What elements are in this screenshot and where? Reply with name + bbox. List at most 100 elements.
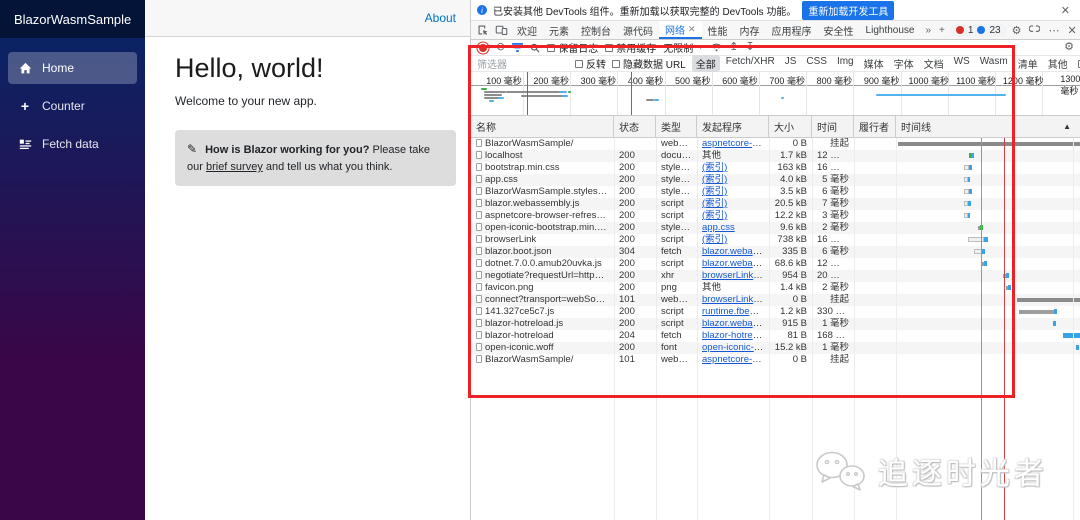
tab-内存[interactable]: 内存 [734, 21, 766, 39]
clear-icon[interactable]: ⊘ [496, 42, 505, 53]
column-header-3[interactable]: 类型 [656, 116, 697, 137]
filter-chip-CSS[interactable]: CSS [802, 55, 831, 72]
record-icon[interactable] [479, 44, 487, 52]
initiator-link[interactable]: (索引) [702, 210, 727, 221]
sidebar-item-fetch-data[interactable]: Fetch data [8, 128, 137, 160]
search-icon[interactable] [530, 43, 540, 53]
filter-chip-字体[interactable]: 字体 [890, 55, 918, 72]
app-brand[interactable]: BlazorWasmSample [0, 0, 145, 38]
tab-性能[interactable]: 性能 [702, 21, 734, 39]
invert-checkbox[interactable]: 反转 [575, 56, 606, 71]
initiator-link[interactable]: blazor-hotreload.js:11 [702, 330, 769, 341]
table-row[interactable]: browserLink200script(索引)738 kB16 毫秒 [471, 234, 1080, 246]
filter-chip-Fetch/XHR[interactable]: Fetch/XHR [722, 55, 779, 72]
table-row[interactable]: blazor.webassembly.js200script(索引)20.5 k… [471, 198, 1080, 210]
tab-网络[interactable]: 网络✕ [659, 21, 702, 39]
table-row[interactable]: aspnetcore-browser-refresh.js200script(索… [471, 210, 1080, 222]
tab-元素[interactable]: 元素 [543, 21, 575, 39]
tab-源代码[interactable]: 源代码 [617, 21, 659, 39]
survey-link[interactable]: brief survey [206, 161, 263, 173]
network-overview-strip[interactable]: 100 毫秒200 毫秒300 毫秒400 毫秒500 毫秒600 毫秒700 … [471, 72, 1080, 116]
column-header-5[interactable]: 大小 [769, 116, 812, 137]
table-row[interactable]: app.css200stylesheet(索引)4.0 kB5 毫秒 [471, 174, 1080, 186]
tab-Lighthouse[interactable]: Lighthouse [860, 21, 921, 39]
table-row[interactable]: BlazorWasmSample.styles.css200stylesheet… [471, 186, 1080, 198]
initiator-link[interactable]: runtime.fbeeaff4.js:1 [702, 306, 769, 317]
tab-控制台[interactable]: 控制台 [575, 21, 617, 39]
table-row[interactable]: connect?transport=webSockets&connectionT… [471, 294, 1080, 306]
table-row[interactable]: favicon.png200png其他1.4 kB2 毫秒 [471, 282, 1080, 294]
devtools-close-icon[interactable]: ✕ [1064, 24, 1079, 37]
table-row[interactable]: open-iconic-bootstrap.min.css200styleshe… [471, 222, 1080, 234]
notification-close-icon[interactable]: ✕ [1057, 4, 1074, 17]
filter-icon[interactable] [512, 43, 523, 52]
settings-gear-icon[interactable]: ⚙ [1009, 24, 1025, 37]
initiator-link[interactable]: (索引) [702, 186, 727, 197]
inspect-icon[interactable] [475, 23, 491, 38]
network-conditions-icon[interactable] [711, 43, 722, 52]
tab-应用程序[interactable]: 应用程序 [766, 21, 818, 39]
initiator-link[interactable]: (索引) [702, 162, 727, 173]
column-header-1[interactable]: 名称 [471, 116, 614, 137]
request-size-cell: 68.6 kB [769, 258, 812, 270]
initiator-link[interactable]: blazor.webassembly.js:1 [702, 318, 769, 329]
initiator-link[interactable]: aspnetcore-browser-re… [702, 138, 769, 149]
initiator-link[interactable]: (索引) [702, 198, 727, 209]
filter-chip-文档[interactable]: 文档 [920, 55, 948, 72]
table-row[interactable]: bootstrap.min.css200stylesheet(索引)163 kB… [471, 162, 1080, 174]
initiator-link[interactable]: blazor.webassembly.js:1 [702, 246, 769, 257]
filter-chip-Img[interactable]: Img [833, 55, 858, 72]
tab-欢迎[interactable]: 欢迎 [511, 21, 543, 39]
table-row[interactable]: 141.327ce5c7.js200scriptruntime.fbeeaff4… [471, 306, 1080, 318]
filter-chip-全部[interactable]: 全部 [692, 55, 720, 72]
initiator-link[interactable]: browserLink:47 [702, 294, 766, 305]
table-row[interactable]: open-iconic.woff200fontopen-iconic-boots… [471, 342, 1080, 354]
reload-devtools-button[interactable]: 重新加载开发工具 [802, 1, 894, 20]
column-header-6[interactable]: 时间 [812, 116, 854, 137]
tab-安全性[interactable]: 安全性 [818, 21, 860, 39]
preserve-log-checkbox[interactable]: 保留日志 [547, 40, 598, 55]
initiator-link[interactable]: aspnetcore-browser-re… [702, 354, 769, 365]
tab-add-icon[interactable]: + [936, 25, 948, 36]
sidebar-item-home[interactable]: Home [8, 52, 137, 84]
table-row[interactable]: BlazorWasmSample/websocketaspnetcore-bro… [471, 138, 1080, 150]
column-header-8[interactable]: 时间线▲ [896, 116, 1080, 137]
sidebar-item-counter[interactable]: + Counter [8, 90, 137, 122]
initiator-link[interactable]: blazor.webassembly.js:1 [702, 258, 769, 269]
filter-input[interactable]: 筛选器 [477, 56, 569, 71]
network-settings-gear-icon[interactable]: ⚙ [1064, 42, 1074, 53]
table-row[interactable]: blazor.boot.json304fetchblazor.webassemb… [471, 246, 1080, 258]
issue-badges[interactable]: 1 23 [950, 24, 1007, 37]
hide-data-urls-checkbox[interactable]: 隐藏数据 URL [612, 56, 686, 71]
more-menu-icon[interactable]: ⋯ [1045, 24, 1062, 37]
throttling-select[interactable]: 无限制 ▼ [663, 40, 704, 55]
filter-chip-媒体[interactable]: 媒体 [860, 55, 888, 72]
feedback-link-icon[interactable] [1026, 24, 1043, 37]
about-link[interactable]: About [425, 11, 456, 25]
initiator-link[interactable]: browserLink:21 [702, 270, 766, 281]
disable-cache-checkbox[interactable]: 禁用缓存 [605, 40, 656, 55]
device-toolbar-icon[interactable] [493, 23, 509, 38]
table-row[interactable]: blazor-hotreload204fetchblazor-hotreload… [471, 330, 1080, 342]
initiator-link[interactable]: (索引) [702, 174, 727, 185]
table-row[interactable]: BlazorWasmSample/101websocketaspnetcore-… [471, 354, 1080, 366]
table-row[interactable]: blazor-hotreload.js200scriptblazor.webas… [471, 318, 1080, 330]
filter-chip-Wasm[interactable]: Wasm [976, 55, 1012, 72]
initiator-link[interactable]: open-iconic-bootstrap… [702, 342, 769, 353]
initiator-link[interactable]: app.css [702, 222, 735, 233]
table-row[interactable]: dotnet.7.0.0.amub20uvka.js200scriptblazo… [471, 258, 1080, 270]
filter-chip-JS[interactable]: JS [781, 55, 801, 72]
filter-chip-清单[interactable]: 清单 [1014, 55, 1042, 72]
column-header-4[interactable]: 发起程序 [697, 116, 769, 137]
table-row[interactable]: negotiate?requestUrl=http%3A%2F%2Flocalh… [471, 270, 1080, 282]
table-row[interactable]: localhost200document其他1.7 kB12 毫秒 [471, 150, 1080, 162]
import-har-icon[interactable]: ↥ [729, 42, 738, 53]
column-header-2[interactable]: 状态 [614, 116, 656, 137]
column-header-7[interactable]: 履行者 [854, 116, 896, 137]
filter-chip-WS[interactable]: WS [950, 55, 974, 72]
tab-close-icon[interactable]: ✕ [688, 24, 696, 35]
initiator-link[interactable]: (索引) [702, 234, 727, 245]
tab-overflow-icon[interactable]: » [922, 25, 934, 36]
export-har-icon[interactable]: ↧ [745, 42, 754, 53]
filter-chip-其他[interactable]: 其他 [1044, 55, 1072, 72]
